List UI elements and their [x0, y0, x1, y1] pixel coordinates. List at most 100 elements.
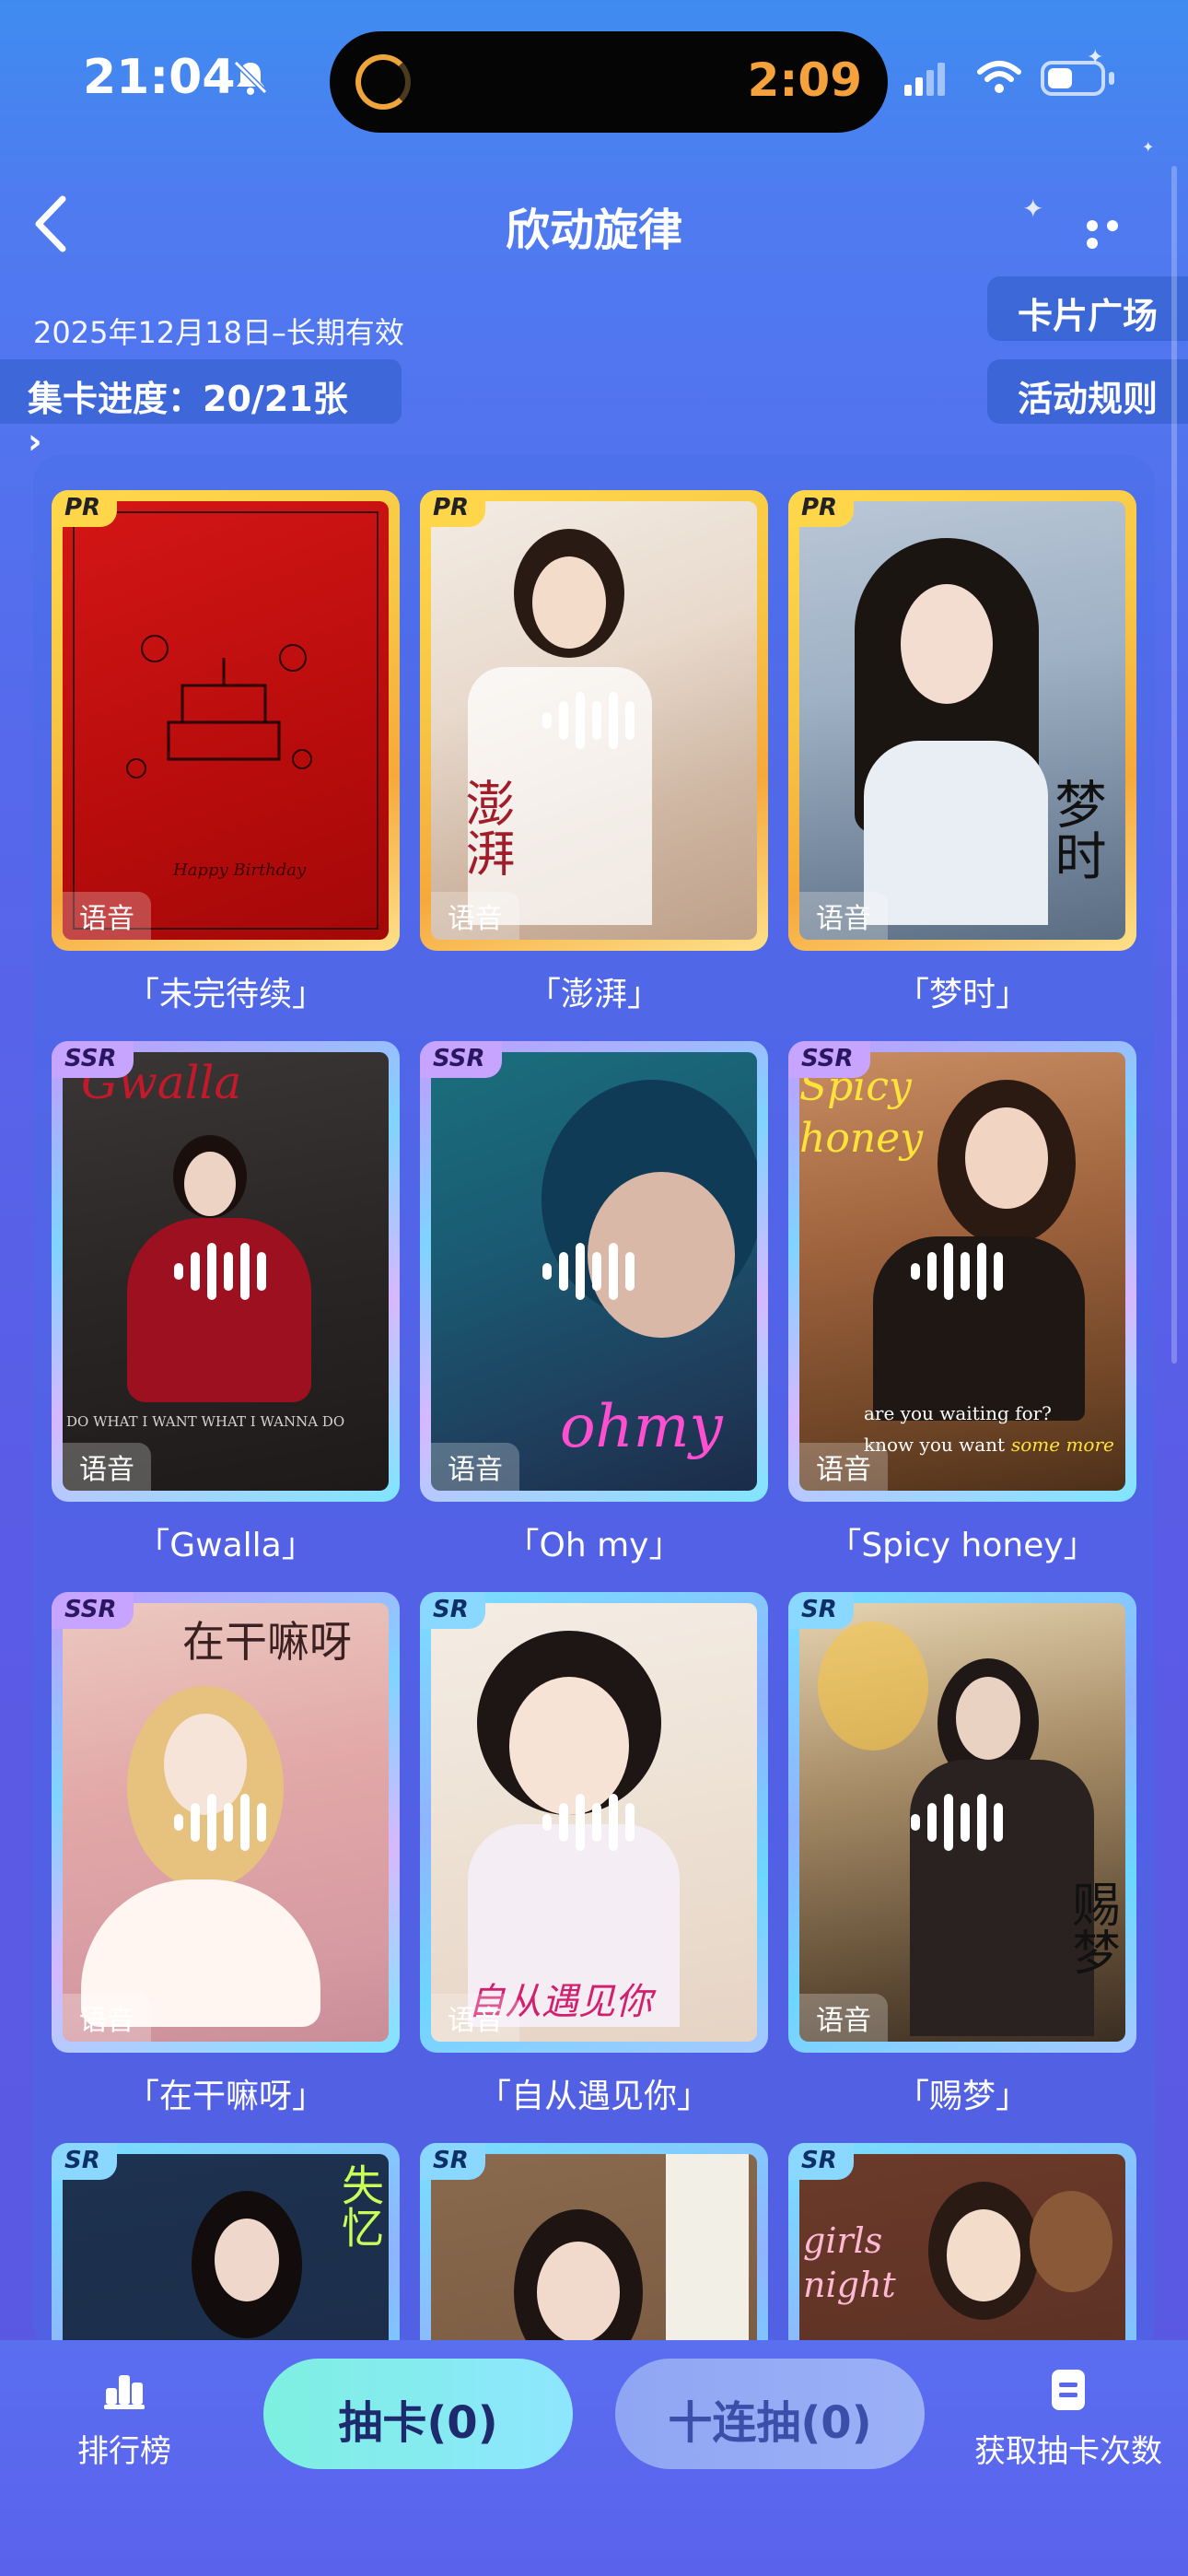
sparkle-decoration: ✦ — [1142, 138, 1155, 156]
more-options-icon[interactable] — [1087, 217, 1146, 249]
card-artwork: girls night — [799, 2154, 1125, 2353]
card-item[interactable]: 自从遇见你 SR 语音 「自从遇见你」 — [420, 1592, 768, 2117]
card-name: 「在干嘛呀」 — [125, 2078, 325, 2115]
card-artwork: 梦时 — [799, 501, 1125, 940]
rarity-badge: PR — [52, 490, 118, 527]
voice-tag: 语音 — [431, 1994, 519, 2042]
portrait-face — [965, 1107, 1048, 1209]
draw-card-button[interactable]: 抽卡(0) — [263, 2359, 573, 2469]
card-name: 「Spicy honey」 — [828, 1527, 1097, 1564]
card-artwork — [431, 2154, 757, 2353]
voice-tag: 语音 — [63, 1994, 151, 2042]
card-frame: Gwalla DO WHAT I WANT WHAT I WANNA DO SS… — [52, 1041, 400, 1502]
card-name: 「Oh my」 — [506, 1527, 682, 1564]
battery-tip — [1109, 72, 1114, 85]
portrait-face — [215, 2219, 279, 2301]
voice-waveform-icon[interactable] — [170, 1790, 281, 1855]
portrait-face — [956, 1677, 1020, 1760]
get-draw-chances-button[interactable]: 获取抽卡次数 — [967, 2368, 1170, 2471]
status-bar: 21:04 2:09 — [0, 0, 1188, 138]
card-item[interactable]: 赐梦 SR 语音 「赐梦」 — [788, 1592, 1136, 2117]
ginkgo-leaves — [818, 1622, 928, 1751]
ten-draw-button[interactable]: 十连抽(0) — [615, 2359, 925, 2469]
card-art-caption: are you waiting for? — [864, 1402, 1052, 1424]
card-square-button[interactable]: 卡片广场 — [987, 276, 1188, 341]
card-art-title: 澎湃 — [457, 778, 515, 877]
card-art-script: Happy Birthday — [173, 861, 307, 880]
rarity-badge: SR — [420, 1592, 485, 1629]
page-title: 欣动旋律 — [505, 205, 682, 256]
get-draw-chances-label: 获取抽卡次数 — [974, 2433, 1162, 2470]
voice-waveform-icon[interactable] — [539, 1790, 649, 1855]
portrait-face — [947, 2209, 1020, 2301]
rarity-badge: SSR — [420, 1041, 502, 1078]
rarity-badge: SSR — [52, 1592, 134, 1629]
card-item[interactable]: Gwalla DO WHAT I WANT WHAT I WANNA DO SS… — [52, 1041, 400, 1566]
timer-countdown: 2:09 — [747, 53, 862, 107]
dynamic-island[interactable]: 2:09 — [330, 31, 888, 133]
card-item[interactable]: ohmy SSR 语音 「Oh my」 — [420, 1041, 768, 1566]
card-frame: SR — [420, 2143, 768, 2353]
wifi-icon — [977, 61, 1021, 93]
card-name: 「梦时」 — [895, 976, 1029, 1013]
card-frame: girls night SR — [788, 2143, 1136, 2353]
voice-tag: 语音 — [63, 1443, 151, 1491]
calligraphy-panel — [666, 2154, 749, 2353]
status-time: 21:04 — [83, 50, 236, 105]
timer-icon — [355, 54, 411, 110]
voice-tag: 语音 — [431, 1443, 519, 1491]
card-item[interactable]: 梦时 PR 语音 「梦时」 — [788, 490, 1136, 1015]
card-item[interactable]: Spicy honey are you waiting for? know yo… — [788, 1041, 1136, 1566]
document-icon — [1052, 2370, 1085, 2410]
voice-tag: 语音 — [799, 892, 888, 940]
card-artwork: Happy Birthday — [63, 501, 389, 940]
leaderboard-icon — [104, 2375, 145, 2409]
card-frame: 在干嘛呀 SSR 语音 — [52, 1592, 400, 2053]
rarity-badge: SR — [788, 1592, 854, 1629]
portrait-dress — [864, 741, 1048, 925]
card-art-title: girls night — [803, 2220, 896, 2305]
card-art-caption: DO WHAT I WANT WHAT I WANNA DO — [66, 1413, 345, 1430]
portrait-face — [901, 584, 993, 704]
card-artwork: 失忆 — [63, 2154, 389, 2353]
voice-waveform-icon[interactable] — [907, 1239, 1018, 1304]
rarity-badge: SSR — [788, 1041, 870, 1078]
card-art-title: 在干嘛呀 — [182, 1617, 352, 1667]
card-art-title: 赐梦 — [1064, 1879, 1119, 1975]
portrait-face — [184, 1152, 236, 1216]
card-name: 「自从遇见你」 — [477, 2078, 710, 2115]
card-name: 「澎湃」 — [527, 976, 660, 1013]
activity-rules-button[interactable]: 活动规则 — [987, 359, 1188, 424]
card-item[interactable]: Happy Birthday PR 语音 「未完待续」 — [52, 490, 400, 1015]
card-name: 「赐梦」 — [895, 2078, 1029, 2115]
activity-date-range: 2025年12月18日–长期有效 — [33, 315, 404, 350]
card-frame: ohmy SSR 语音 — [420, 1041, 768, 1502]
portrait-face — [537, 2242, 620, 2343]
card-art-title: ohmy — [560, 1393, 723, 1461]
scrollbar[interactable] — [1171, 166, 1177, 1364]
card-item[interactable]: 在干嘛呀 SSR 语音 「在干嘛呀」 — [52, 1592, 400, 2117]
rarity-badge: SR — [420, 2143, 485, 2180]
voice-waveform-icon[interactable] — [539, 688, 649, 753]
rarity-badge: SR — [788, 2143, 854, 2180]
card-item[interactable]: 失忆 SR — [52, 2143, 400, 2353]
card-item[interactable]: girls night SR — [788, 2143, 1136, 2353]
bell-muted-icon — [233, 60, 268, 95]
card-name: 「Gwalla」 — [136, 1527, 315, 1564]
card-item[interactable]: SR — [420, 2143, 768, 2353]
ranking-button[interactable]: 排行榜 — [64, 2368, 184, 2471]
rarity-badge: PR — [420, 490, 486, 527]
ranking-label: 排行榜 — [77, 2433, 171, 2470]
voice-waveform-icon[interactable] — [539, 1239, 649, 1304]
card-frame: 自从遇见你 SR 语音 — [420, 1592, 768, 2053]
collection-progress-button[interactable]: 集卡进度：20/21张 › — [0, 359, 402, 462]
cellular-signal-icon — [904, 63, 945, 96]
card-frame: 梦时 PR 语音 — [788, 490, 1136, 951]
voice-tag: 语音 — [799, 1994, 888, 2042]
card-frame: Spicy honey are you waiting for? know yo… — [788, 1041, 1136, 1502]
card-item[interactable]: 澎湃 PR 语音 「澎湃」 — [420, 490, 768, 1015]
card-art-title: 失忆 — [335, 2163, 385, 2248]
voice-waveform-icon[interactable] — [907, 1790, 1018, 1855]
voice-waveform-icon[interactable] — [170, 1239, 281, 1304]
rarity-badge: SR — [52, 2143, 117, 2180]
